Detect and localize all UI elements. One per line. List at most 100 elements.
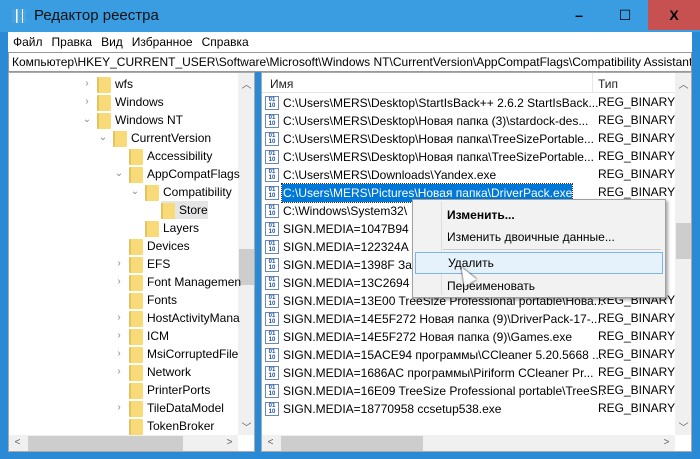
folder-icon — [129, 400, 143, 417]
maximize-button[interactable]: ☐ — [602, 0, 648, 30]
list-item[interactable]: 01 10 C:\Users\MERS\Desktop\Новая папка\Tr… — [265, 147, 675, 165]
list-item[interactable]: 01 10 C:\Users\MERS\Downloads\Yandex.exe RE… — [265, 165, 675, 183]
tree-item[interactable]: Store — [161, 201, 208, 219]
chevron-right-icon[interactable]: › — [113, 273, 125, 291]
tree-vertical-scrollbar[interactable]: ︿ ﹀ — [238, 73, 254, 435]
tree-item[interactable]: AppCompatFlags — [129, 165, 240, 183]
tree-item[interactable]: MsiCorruptedFile — [129, 345, 238, 363]
menu-help[interactable]: Справка — [197, 32, 253, 52]
folder-icon — [129, 364, 143, 381]
menu-item-modify[interactable]: Изменить... — [415, 204, 663, 226]
menu-item-rename[interactable]: Переименовать — [415, 275, 663, 297]
chevron-right-icon[interactable]: › — [113, 345, 125, 363]
chevron-right-icon[interactable]: › — [81, 75, 93, 93]
binary-value-icon: 01 10 — [265, 221, 279, 236]
minimize-button[interactable]: – — [556, 0, 602, 30]
regedit-app-icon — [12, 9, 26, 23]
scroll-left-icon[interactable]: < — [9, 437, 26, 448]
tree-item[interactable]: Fonts — [129, 291, 177, 309]
value-name: C:\Users\MERS\Desktop\Новая папка\TreeSi… — [283, 131, 594, 146]
chevron-down-icon[interactable]: ⌄ — [129, 183, 141, 201]
tree-item-label: Font Managemen — [147, 275, 242, 289]
tree-item-label: AppCompatFlags — [147, 167, 240, 181]
scroll-up-icon[interactable]: ︿ — [238, 76, 254, 91]
tree-horizontal-scrollbar[interactable]: < > — [9, 435, 238, 451]
scroll-right-icon[interactable]: > — [221, 437, 238, 448]
scroll-down-icon[interactable]: ﹀ — [675, 419, 691, 434]
binary-value-icon: 01 10 — [265, 167, 279, 182]
tree-item[interactable]: Font Managemen — [129, 273, 241, 291]
tree-item[interactable]: TokenBroker — [129, 417, 214, 435]
folder-icon — [129, 256, 143, 273]
tree-hscroll-thumb[interactable] — [28, 436, 183, 451]
menu-item-delete[interactable]: Удалить — [415, 252, 663, 274]
list-item[interactable]: 01 10 C:\Users\MERS\Desktop\Новая папка\Tr… — [265, 129, 675, 147]
tree-item[interactable]: EFS — [129, 255, 170, 273]
tree-item-label: Windows — [115, 95, 164, 109]
scroll-left-icon[interactable]: < — [262, 437, 279, 448]
tree-item[interactable]: Devices — [129, 237, 190, 255]
folder-icon — [97, 76, 111, 93]
tree-item[interactable]: Windows — [97, 93, 164, 111]
chevron-right-icon[interactable]: › — [113, 255, 125, 273]
chevron-right-icon[interactable]: › — [81, 93, 93, 111]
column-header-name[interactable]: Имя — [270, 77, 293, 91]
menu-favorites[interactable]: Избранное — [127, 32, 197, 52]
context-menu: Изменить... Изменить двоичные данные... … — [412, 199, 666, 298]
chevron-down-icon[interactable]: ⌄ — [81, 111, 93, 129]
folder-icon — [129, 382, 143, 399]
chevron-right-icon[interactable]: › — [113, 399, 125, 417]
list-item[interactable]: 01 10 SIGN.MEDIA=1686AC программы\Piriform… — [265, 363, 675, 381]
tree-item[interactable]: ICM — [129, 327, 169, 345]
list-vscroll-thumb[interactable] — [676, 223, 691, 259]
chevron-down-icon[interactable]: ⌄ — [97, 129, 109, 147]
scroll-up-icon[interactable]: ︿ — [675, 76, 691, 91]
list-item[interactable]: 01 10 SIGN.MEDIA=18770958 ccsetup538.exe RE… — [265, 399, 675, 417]
tree-item-label: TokenBroker — [147, 419, 215, 433]
tree-item[interactable]: wfs — [97, 75, 133, 93]
scroll-right-icon[interactable]: > — [658, 437, 675, 448]
chevron-down-icon[interactable]: ⌄ — [113, 165, 125, 183]
tree-item-label: Accessibility — [147, 149, 213, 163]
tree-item-label: Devices — [147, 239, 190, 253]
menu-view[interactable]: Вид — [96, 32, 127, 52]
list-item[interactable]: 01 10 SIGN.MEDIA=14E5F272 Новая папка (9)\… — [265, 327, 675, 345]
tree-item-label: PrinterPorts — [147, 383, 211, 397]
menu-edit[interactable]: Правка — [47, 32, 97, 52]
scroll-down-icon[interactable]: ﹀ — [238, 419, 254, 434]
window-title: Редактор реестра — [34, 7, 159, 24]
value-type: REG_BINARY — [598, 347, 676, 361]
close-button[interactable]: X — [648, 0, 700, 30]
binary-value-icon: 01 10 — [265, 203, 279, 218]
list-item[interactable]: 01 10 SIGN.MEDIA=15ACE94 программы\CCleane… — [265, 345, 675, 363]
tree-item[interactable]: CurrentVersion — [113, 129, 211, 147]
folder-icon — [113, 130, 127, 147]
tree-item[interactable]: HostActivityMana — [129, 309, 240, 327]
tree-item[interactable]: Network — [129, 363, 191, 381]
menu-item-modify-binary[interactable]: Изменить двоичные данные... — [415, 226, 663, 248]
list-item[interactable]: 01 10 C:\Users\MERS\Desktop\StartIsBack++ … — [265, 93, 675, 111]
chevron-right-icon[interactable]: › — [113, 309, 125, 327]
folder-icon — [145, 220, 159, 237]
chevron-right-icon[interactable]: › — [113, 327, 125, 345]
tree-item[interactable]: Accessibility — [129, 147, 212, 165]
list-item[interactable]: 01 10 C:\Users\MERS\Desktop\Новая папка (3… — [265, 111, 675, 129]
tree-item[interactable]: PrinterPorts — [129, 381, 210, 399]
chevron-right-icon[interactable]: › — [113, 363, 125, 381]
address-bar[interactable]: Компьютер\HKEY_CURRENT_USER\Software\Mic… — [8, 52, 692, 72]
list-item[interactable]: 01 10 SIGN.MEDIA=14E5F272 Новая папка (9)\… — [265, 309, 675, 327]
tree-item[interactable]: Layers — [145, 219, 199, 237]
tree-item[interactable]: Windows NT — [97, 111, 183, 129]
tree-item-label: wfs — [115, 77, 133, 91]
list-horizontal-scrollbar[interactable]: < > — [262, 435, 675, 451]
list-hscroll-thumb[interactable] — [281, 436, 423, 451]
tree-item[interactable]: Compatibility — [145, 183, 232, 201]
tree-vscroll-thumb[interactable] — [239, 249, 254, 285]
tree-item-label: Fonts — [147, 293, 178, 307]
menu-file[interactable]: Файл — [8, 32, 47, 52]
list-vertical-scrollbar[interactable]: ︿ ﹀ — [675, 73, 691, 435]
tree-item[interactable]: TileDataModel — [129, 399, 224, 417]
column-header-type[interactable]: Тип — [598, 77, 618, 91]
list-item[interactable]: 01 10 SIGN.MEDIA=16E09 TreeSize Profession… — [265, 381, 675, 399]
folder-icon — [129, 346, 143, 363]
